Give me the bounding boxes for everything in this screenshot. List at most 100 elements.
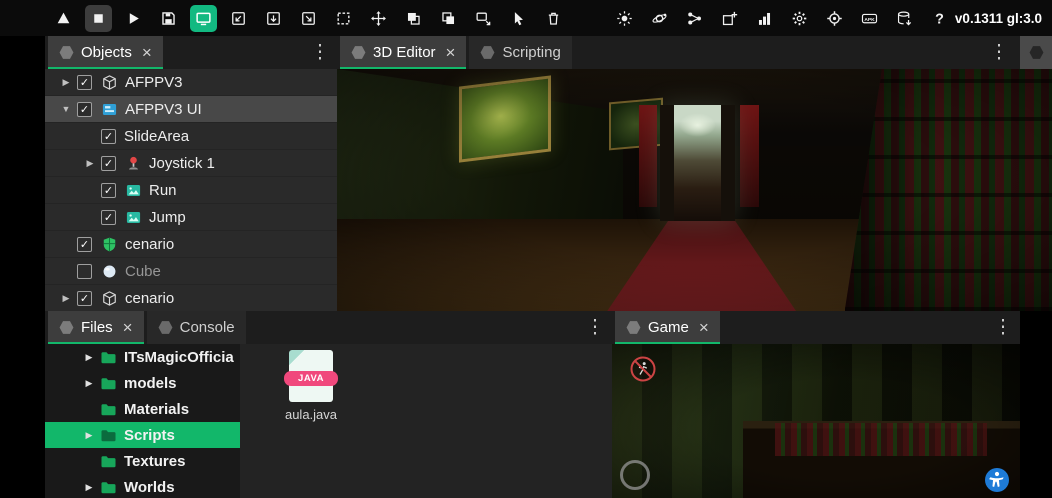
pointer-icon[interactable]	[505, 5, 532, 32]
close-icon[interactable]: ×	[699, 319, 709, 336]
visibility-checkbox[interactable]: ✓	[77, 291, 92, 306]
visibility-checkbox[interactable]: ✓	[77, 102, 92, 117]
object-label: cenario	[125, 236, 174, 253]
external-display-icon[interactable]	[470, 5, 497, 32]
object-label: AFPPV3 UI	[125, 101, 202, 118]
expand-arrow-icon[interactable]: ▶	[55, 293, 77, 304]
menu-icon[interactable]: ⋮	[311, 36, 329, 69]
tab-3d-editor[interactable]: 3D Editor ×	[340, 36, 466, 69]
files-tree: ▶ ITsMagicOfficia ▶ models Materials▶Scripts…	[45, 344, 240, 498]
light-icon[interactable]	[611, 5, 638, 32]
object-row-afppv3[interactable]: ▶✓AFPPV3	[45, 69, 337, 96]
dock-right-icon[interactable]	[295, 5, 322, 32]
expand-arrow-icon[interactable]: ▶	[79, 430, 99, 441]
toolbar: APK? v0.1311 gl:3.0	[0, 0, 1052, 36]
expand-arrow-icon[interactable]: ▶	[55, 77, 77, 88]
tab-console[interactable]: Console	[147, 311, 246, 344]
expand-arrow-icon[interactable]: ▶	[79, 352, 99, 363]
joystick-base[interactable]	[620, 460, 650, 490]
editor-panel: 3D Editor × Scripting ⋮	[337, 36, 1052, 311]
file-type-badge: JAVA	[284, 371, 338, 386]
add-object-icon[interactable]	[716, 5, 743, 32]
java-file-icon: JAVA	[289, 350, 333, 402]
folder-row-materials[interactable]: Materials	[45, 396, 240, 422]
expand-arrow-icon[interactable]: ▶	[79, 158, 101, 169]
folder-icon	[99, 400, 117, 418]
shield-icon	[100, 235, 118, 253]
tab-game[interactable]: Game ×	[615, 311, 720, 344]
object-row-joystick-1[interactable]: ▶✓ Joystick 1	[45, 150, 337, 177]
dock-left-icon[interactable]	[225, 5, 252, 32]
folder-label: models	[124, 375, 177, 392]
collapsed-tab[interactable]	[1020, 36, 1052, 69]
object-label: Joystick 1	[149, 155, 215, 172]
file-name: aula.java	[268, 407, 354, 422]
send-backward-icon[interactable]	[400, 5, 427, 32]
game-tabbar: Game × ⋮	[612, 311, 1020, 344]
settings-icon[interactable]	[786, 5, 813, 32]
hexagon-icon	[1029, 45, 1044, 60]
orbit-icon[interactable]	[646, 5, 673, 32]
expand-arrow-icon[interactable]: ▶	[79, 378, 99, 389]
object-row-cenario[interactable]: ▶✓cenario	[45, 285, 337, 311]
accessibility-button[interactable]	[984, 467, 1010, 493]
object-row-jump[interactable]: ✓Jump	[45, 204, 337, 231]
select-area-icon[interactable]	[330, 5, 357, 32]
build-database-icon[interactable]	[891, 5, 918, 32]
game-view[interactable]	[612, 344, 1020, 498]
visibility-checkbox[interactable]: ✓	[77, 237, 92, 252]
target-settings-icon[interactable]	[821, 5, 848, 32]
objects-tree: ▶✓AFPPV3▼✓AFPPV3 UI✓SlideArea▶✓Joystick …	[45, 69, 337, 311]
files-grid[interactable]: JAVA aula.java	[240, 344, 612, 498]
bring-forward-icon[interactable]	[435, 5, 462, 32]
stop-icon[interactable]	[85, 5, 112, 32]
folder-row-models[interactable]: ▶ models	[45, 370, 240, 396]
close-icon[interactable]: ×	[142, 44, 152, 61]
close-icon[interactable]: ×	[446, 44, 456, 61]
tab-scripting[interactable]: Scripting	[469, 36, 571, 69]
trash-icon[interactable]	[540, 5, 567, 32]
move-icon[interactable]	[365, 5, 392, 32]
menu-icon[interactable]: ⋮	[990, 36, 1008, 69]
tab-objects-label: Objects	[81, 44, 132, 61]
visibility-checkbox[interactable]: ✓	[77, 75, 92, 90]
3d-viewport[interactable]	[337, 69, 1052, 311]
play-icon[interactable]	[120, 5, 147, 32]
node-graph-icon[interactable]	[681, 5, 708, 32]
back-icon[interactable]	[50, 5, 77, 32]
object-row-slidearea[interactable]: ✓SlideArea	[45, 123, 337, 150]
visibility-checkbox[interactable]: ✓	[101, 183, 116, 198]
apk-export-icon[interactable]: APK	[856, 5, 883, 32]
object-row-run[interactable]: ✓Run	[45, 177, 337, 204]
expand-arrow-icon[interactable]: ▼	[55, 104, 77, 114]
expand-arrow-icon[interactable]: ▶	[79, 482, 99, 493]
save-icon[interactable]	[155, 5, 182, 32]
folder-label: ITsMagicOfficia	[124, 349, 234, 366]
help-icon[interactable]: ?	[926, 5, 953, 32]
folder-icon	[99, 426, 117, 444]
no-run-indicator[interactable]	[630, 356, 656, 382]
version-label: v0.1311 gl:3.0	[955, 0, 1042, 36]
stats-icon[interactable]	[751, 5, 778, 32]
folder-row-scripts[interactable]: ▶Scripts	[45, 422, 240, 448]
folder-row-itsmagicofficia[interactable]: ▶ ITsMagicOfficia	[45, 344, 240, 370]
tab-files[interactable]: Files ×	[48, 311, 144, 344]
tab-objects[interactable]: Objects ×	[48, 36, 163, 69]
folder-row-worlds[interactable]: ▶Worlds	[45, 474, 240, 498]
screen-cast-icon[interactable]	[190, 5, 217, 32]
visibility-checkbox[interactable]: ✓	[101, 129, 116, 144]
file-item-aula-java[interactable]: JAVA aula.java	[268, 350, 354, 422]
visibility-checkbox[interactable]: ✓	[101, 210, 116, 225]
object-row-afppv3-ui[interactable]: ▼✓ AFPPV3 UI	[45, 96, 337, 123]
editor-tabbar: 3D Editor × Scripting ⋮	[337, 36, 1052, 69]
visibility-checkbox[interactable]	[77, 264, 92, 279]
menu-icon[interactable]: ⋮	[994, 311, 1012, 344]
menu-icon[interactable]: ⋮	[586, 311, 604, 344]
tab-3d-editor-label: 3D Editor	[373, 44, 436, 61]
visibility-checkbox[interactable]: ✓	[101, 156, 116, 171]
dock-bottom-icon[interactable]	[260, 5, 287, 32]
object-row-cube[interactable]: Cube	[45, 258, 337, 285]
object-row-cenario[interactable]: ✓ cenario	[45, 231, 337, 258]
folder-row-textures[interactable]: Textures	[45, 448, 240, 474]
close-icon[interactable]: ×	[123, 319, 133, 336]
